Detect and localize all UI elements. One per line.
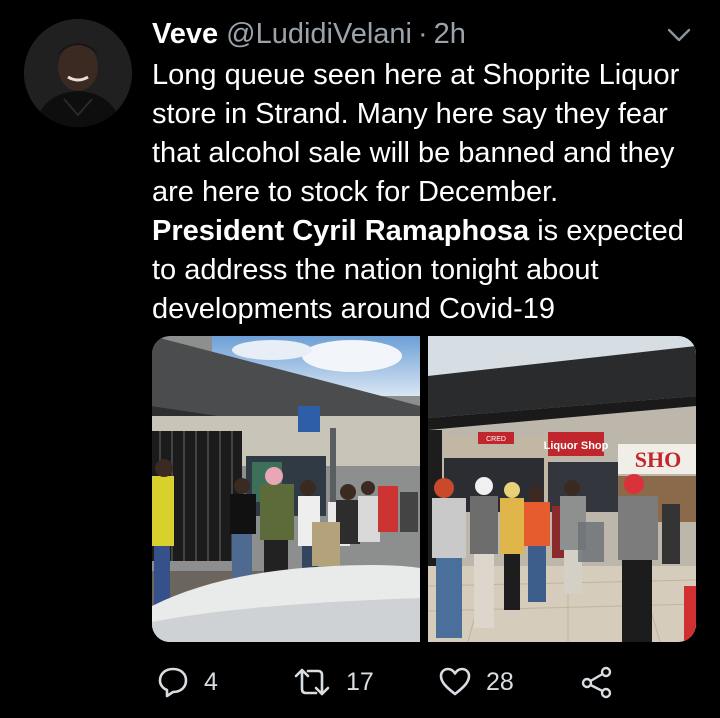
like-count: 28 (486, 667, 514, 696)
retweet-arrows-icon (294, 668, 330, 696)
tweet-text-line: to address the nation tonight about (152, 254, 599, 286)
liquor-sign: Liquor Shop (544, 440, 609, 452)
chevron-down-icon[interactable] (664, 20, 694, 50)
tweet-text-line: store in Strand. Many here say they fear (152, 98, 668, 130)
separator-dot: · (418, 17, 428, 50)
like-button[interactable]: 28 (438, 660, 514, 704)
media-grid: CRED Liquor Shop SHO (152, 336, 696, 642)
tweet-text: Long queue seen here at Shoprite Liquor … (152, 56, 712, 329)
photo-queue-inside[interactable]: CRED Liquor Shop SHO (428, 336, 696, 642)
tweet-text-line: developments around Covid-19 (152, 293, 556, 325)
shoprite-sign: SHO (635, 447, 681, 472)
share-button[interactable] (580, 660, 614, 704)
avatar[interactable] (24, 19, 132, 127)
author-handle[interactable]: @LudidiVelani (226, 18, 412, 51)
tweet-text-line: Long queue seen here at Shoprite Liquor (152, 59, 680, 91)
heart-icon (439, 667, 471, 696)
share-nodes-icon (581, 666, 612, 699)
tweet-text-fragment: is expected (529, 215, 684, 247)
tweet-header: Veve @LudidiVelani · 2h (152, 14, 466, 54)
retweet-count: 17 (346, 667, 374, 696)
small-store-sign: CRED (486, 436, 506, 443)
tweet-text-line: President Cyril Ramaphosa is expected (152, 212, 712, 251)
tweet-actions: 4 17 28 (152, 660, 712, 704)
reply-button[interactable]: 4 (156, 660, 218, 704)
author-name[interactable]: Veve (152, 18, 218, 51)
speech-bubble-icon (158, 667, 188, 698)
avatar-photo (24, 19, 132, 127)
photo-queue-outside[interactable] (152, 336, 420, 642)
retweet-button[interactable]: 17 (292, 660, 374, 704)
tweet-card[interactable]: Veve @LudidiVelani · 2h Long queue seen … (0, 0, 720, 718)
tweet-text-line: that alcohol sale will be banned and the… (152, 137, 675, 169)
tweet-text-line: are here to stock for December. (152, 176, 559, 208)
bold-mention: President Cyril Ramaphosa (152, 215, 530, 247)
timestamp[interactable]: 2h (434, 18, 466, 51)
reply-count: 4 (204, 667, 218, 696)
